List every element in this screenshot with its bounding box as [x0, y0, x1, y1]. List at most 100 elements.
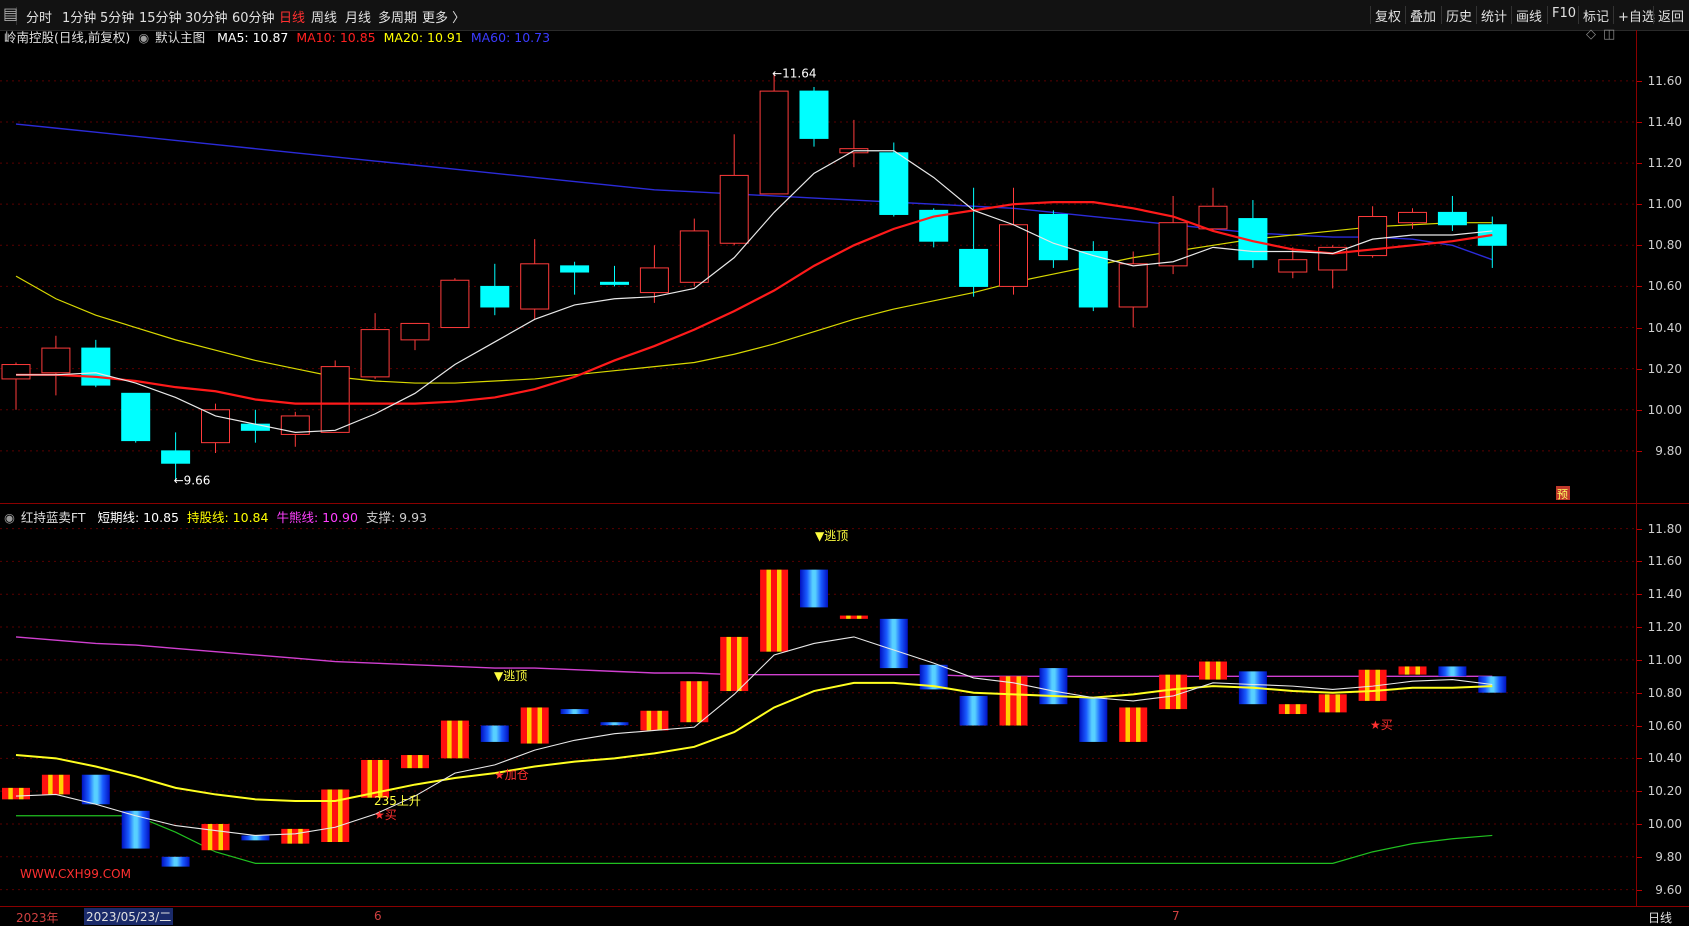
toolbar-button[interactable]: 画线 [1516, 6, 1542, 25]
price-tick-label: 11.20 [1647, 156, 1682, 171]
price-tick-label: 10.00 [1647, 402, 1682, 417]
candle-body [799, 90, 829, 139]
tick-mark [1637, 791, 1642, 793]
signal-bar [1119, 707, 1148, 742]
tick-mark [1637, 528, 1642, 530]
indicator-tick-label: 9.80 [1655, 849, 1682, 864]
support-line [16, 815, 1493, 864]
toolbar-separator [1511, 6, 1512, 24]
indicator-tick-label: 10.40 [1647, 751, 1682, 766]
tick-mark [1637, 204, 1642, 206]
period-tab[interactable]: 1分钟 [62, 7, 96, 26]
period-tab[interactable]: 月线 [345, 7, 371, 26]
main-candlestick-chart[interactable]: ←11.64 ←9.66 预 [0, 30, 1636, 505]
bull-bear-line [15, 636, 1493, 677]
signal-bar [760, 569, 789, 652]
candle-body [161, 450, 191, 464]
indicator-tick-label: 11.20 [1647, 620, 1682, 635]
signal-bar [281, 828, 310, 844]
toolbar-button[interactable]: 标记 [1583, 6, 1609, 25]
signal-bar [1159, 674, 1188, 710]
tick-mark [1637, 327, 1642, 329]
toolbar-button[interactable]: 统计 [1481, 6, 1507, 25]
toolbar-separator [1441, 6, 1442, 24]
candle-body [679, 230, 709, 283]
toolbar-button[interactable]: 叠加 [1410, 6, 1436, 25]
period-tab[interactable]: 周线 [311, 7, 337, 26]
candle-body [600, 281, 629, 285]
signal-bar [999, 676, 1028, 726]
candle-body [719, 174, 749, 244]
signal-bar [81, 774, 110, 805]
signal-bar [720, 636, 749, 692]
toolbar-button[interactable]: 复权 [1375, 6, 1401, 25]
price-tick-label: 11.00 [1647, 197, 1682, 212]
signal-bar [241, 835, 270, 841]
candle-body [959, 248, 989, 287]
period-tab[interactable]: 日线 [279, 7, 305, 26]
candle-body [879, 152, 909, 215]
indicator-tick-label: 9.60 [1655, 882, 1682, 897]
toolbar-separator [1613, 6, 1614, 24]
period-label[interactable]: 日线 [1648, 909, 1672, 926]
month-6-label: 6 [374, 909, 382, 923]
tick-mark [1637, 758, 1642, 760]
period-tab[interactable]: 5分钟 [100, 7, 134, 26]
tick-mark [1637, 692, 1642, 694]
price-tick-label: 10.60 [1647, 279, 1682, 294]
candle-body [520, 263, 550, 310]
period-tab[interactable]: 15分钟 [139, 7, 182, 26]
signal-bar [839, 615, 868, 619]
toolbar-button[interactable]: 返回 [1658, 6, 1684, 25]
toolbar-separator [1547, 6, 1548, 24]
candle-body [81, 347, 111, 386]
signal-bar [1199, 661, 1227, 680]
period-tab[interactable]: 分时 [26, 7, 52, 26]
toolbar-button[interactable]: 历史 [1446, 6, 1472, 25]
forecast-badge: 预 [1557, 488, 1568, 501]
ma10-line [16, 201, 1493, 405]
signal-bar [1398, 666, 1427, 675]
tick-mark [1637, 163, 1642, 165]
candle-body [360, 329, 390, 378]
signal-bar [121, 810, 150, 849]
signal-bar [640, 710, 669, 731]
tick-mark [1637, 368, 1642, 370]
candle-body [240, 423, 270, 431]
add-position-signal: ★加仓 [494, 768, 529, 782]
candle-body [320, 366, 350, 433]
period-tab[interactable]: 60分钟 [232, 7, 275, 26]
price-tick-label: 11.60 [1647, 73, 1682, 88]
tick-mark [1637, 409, 1642, 411]
period-tab[interactable]: 多周期 [378, 7, 417, 26]
indicator-chart[interactable]: ▼逃顶▼逃顶235上升★买★加仓★买WWW.CXH99.COM [0, 504, 1636, 906]
candle-body [1278, 259, 1308, 273]
candle-body [759, 90, 789, 195]
candle-body [639, 267, 669, 294]
period-tab[interactable]: 30分钟 [185, 7, 228, 26]
buy-signal: ★买 [374, 808, 397, 822]
cursor-date-label: 2023/05/23/二 [84, 908, 174, 925]
indicator-tick-label: 11.00 [1647, 652, 1682, 667]
short-line [15, 636, 1493, 836]
candle-body [1398, 211, 1427, 224]
signal-bar [161, 856, 190, 867]
period-tab[interactable]: 更多 〉 [422, 7, 465, 26]
tick-mark [1637, 245, 1642, 247]
ma5-line [16, 150, 1493, 433]
toolbar-button[interactable]: F10 [1552, 6, 1576, 21]
candle-body [1, 364, 31, 380]
toolbar-button[interactable]: +自选 [1618, 6, 1655, 25]
signal-bar [401, 755, 429, 769]
signal-bar [1039, 668, 1068, 705]
signal-bar [440, 720, 469, 759]
candle-body [121, 392, 151, 442]
low-price-label: ←9.66 [174, 474, 211, 488]
signal-bar [800, 569, 828, 608]
grid-menu-icon[interactable]: ▤ [3, 4, 18, 23]
month-7-label: 7 [1172, 909, 1180, 923]
signal-bar [520, 707, 549, 744]
signal-bar [41, 774, 70, 795]
candle-body [1437, 211, 1467, 226]
tick-mark [1637, 856, 1642, 858]
